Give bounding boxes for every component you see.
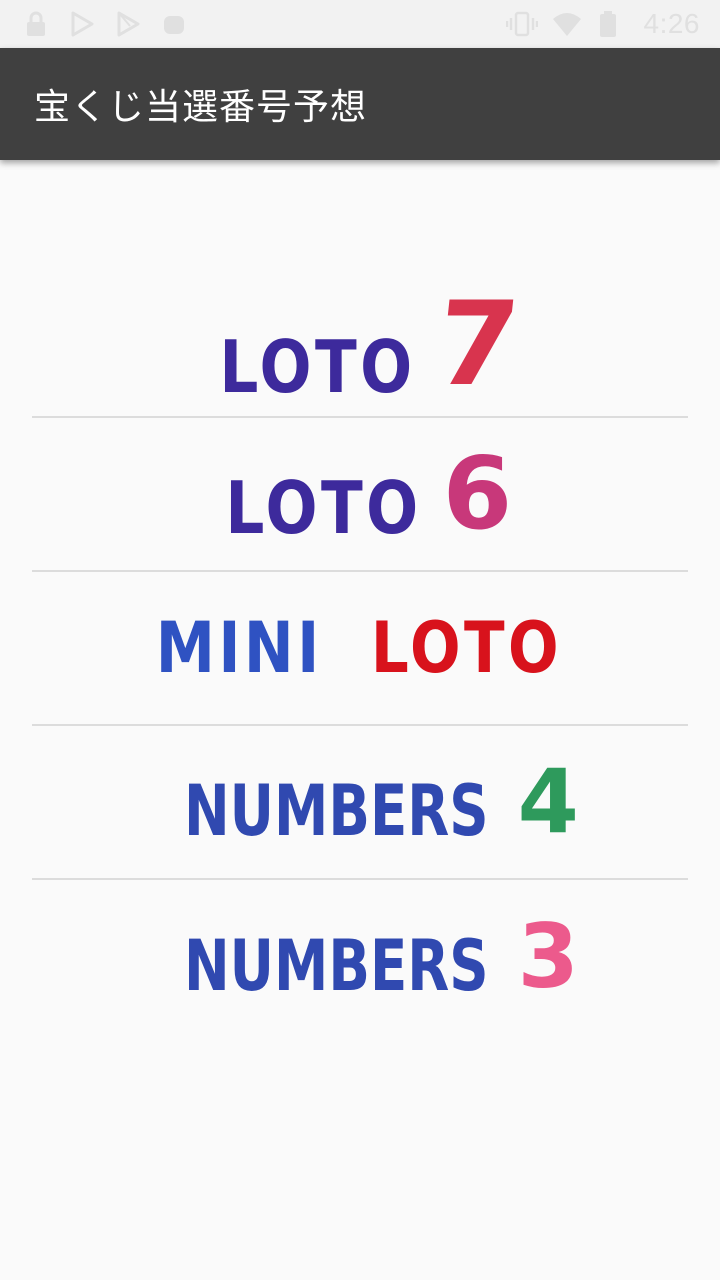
- logo-word: NUMBERS: [184, 770, 489, 852]
- play-store-icon: [68, 10, 96, 38]
- logo-suffix: 3: [517, 905, 579, 1008]
- vibrate-icon: [505, 10, 538, 38]
- menu-item-numbers3[interactable]: NUMBERS 3: [32, 880, 688, 1034]
- menu-item-loto6[interactable]: LOTO 6: [32, 418, 688, 572]
- lottery-menu: LOTO 7 LOTO 6 MINI LOTO NUMBERS 4 NUMBER…: [32, 266, 688, 1034]
- status-bar-notifications: [22, 10, 188, 38]
- menu-item-loto7[interactable]: LOTO 7: [32, 266, 688, 418]
- numbers3-logo: NUMBERS 3: [141, 905, 579, 1008]
- menu-item-numbers4[interactable]: NUMBERS 4: [32, 726, 688, 880]
- logo-word: LOTO: [225, 466, 422, 550]
- logo-suffix: 4: [517, 750, 579, 853]
- lock-icon: [22, 10, 50, 38]
- miniloto-logo: MINI LOTO: [141, 613, 578, 683]
- app-title: 宝くじ当選番号予想: [34, 87, 368, 128]
- status-bar-system: 4:26: [505, 8, 701, 40]
- logo-suffix: 7: [430, 277, 525, 412]
- loto6-logo: LOTO 6: [208, 435, 513, 552]
- android-icon: [160, 10, 188, 38]
- menu-item-miniloto[interactable]: MINI LOTO: [32, 572, 688, 726]
- wifi-icon: [552, 10, 581, 38]
- logo-word: LOTO: [219, 325, 416, 409]
- play-store-icon: [114, 10, 142, 38]
- status-time: 4:26: [643, 8, 700, 39]
- numbers4-logo: NUMBERS 4: [141, 750, 579, 853]
- battery-icon: [598, 10, 626, 38]
- app-bar: 宝くじ当選番号予想: [0, 48, 720, 160]
- status-bar: 4:26: [0, 0, 720, 48]
- logo-suffix: 6: [442, 435, 513, 552]
- logo-word: NUMBERS: [184, 925, 489, 1007]
- logo-word: MINI: [156, 607, 324, 689]
- loto7-logo: LOTO 7: [202, 277, 525, 412]
- logo-suffix: LOTO: [370, 607, 562, 689]
